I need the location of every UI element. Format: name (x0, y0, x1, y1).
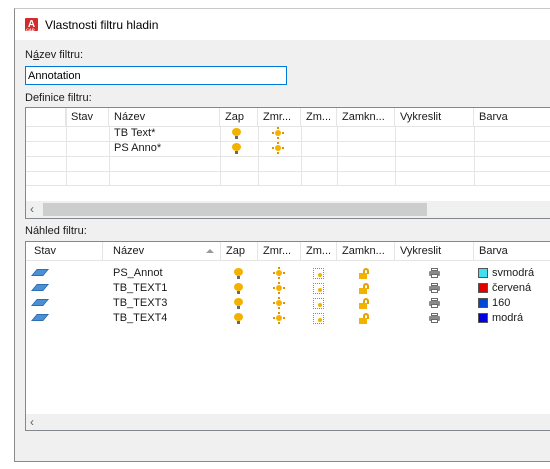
bulb-icon[interactable] (232, 128, 241, 139)
preview-col-on[interactable]: Zap (221, 242, 258, 260)
definition-horizontal-scrollbar[interactable]: ‹ (26, 201, 550, 218)
autocad-app-icon: A CAD (25, 18, 38, 32)
sun-icon[interactable] (272, 142, 284, 154)
viewport-freeze-icon[interactable] (313, 313, 324, 324)
definition-header: Stav Název Zap Zmr... Zm... Zamkn... Vyk… (26, 108, 550, 126)
color-name[interactable]: červená (492, 281, 531, 296)
preview-header: Stav Název Zap Zmr... Zm... Zamkn... Vyk… (26, 242, 550, 260)
layer-filter-properties-dialog: A CAD Vlastnosti filtru hladin Název filt… (14, 8, 550, 462)
printer-icon[interactable] (429, 313, 440, 323)
unlocked-icon[interactable] (359, 298, 369, 309)
window-title: Vlastnosti filtru hladin (45, 18, 159, 32)
filter-definition-label: Definice filtru: (25, 92, 92, 104)
viewport-freeze-icon[interactable] (313, 298, 324, 309)
layer-name[interactable]: TB_TEXT4 (113, 311, 167, 326)
table-row[interactable]: TB_TEXT1 červená (26, 281, 550, 296)
sun-icon[interactable] (273, 297, 285, 309)
bulb-icon[interactable] (232, 143, 241, 154)
preview-col-name[interactable]: Název (103, 242, 221, 260)
definition-col-vpfreeze[interactable]: Zm... (301, 108, 337, 126)
unlocked-icon[interactable] (359, 313, 369, 324)
definition-col-freeze[interactable]: Zmr... (258, 108, 301, 126)
sun-icon[interactable] (273, 312, 285, 324)
layer-status-icon (31, 269, 49, 277)
layer-name[interactable]: TB_TEXT1 (113, 281, 167, 296)
table-row[interactable]: PS_Annot svmodrá (26, 266, 550, 281)
definition-row[interactable]: TB Text* (26, 126, 550, 141)
unlocked-icon[interactable] (359, 283, 369, 294)
definition-col-plot[interactable]: Vykreslit (395, 108, 474, 126)
scroll-left-icon[interactable]: ‹ (30, 415, 34, 429)
preview-col-plot[interactable]: Vykreslit (395, 242, 474, 260)
definition-row-name[interactable]: TB Text* (114, 126, 155, 141)
bulb-icon[interactable] (234, 313, 243, 324)
color-swatch[interactable] (478, 298, 488, 308)
scroll-thumb[interactable] (43, 203, 427, 216)
unlocked-icon[interactable] (359, 268, 369, 279)
layer-name[interactable]: TB_TEXT3 (113, 296, 167, 311)
bulb-icon[interactable] (234, 268, 243, 279)
filter-name-label: Název filtru: (25, 49, 84, 61)
color-name[interactable]: svmodrá (492, 266, 534, 281)
color-name[interactable]: 160 (492, 296, 510, 311)
preview-col-vpfreeze[interactable]: Zm... (301, 242, 337, 260)
scroll-left-icon[interactable]: ‹ (30, 202, 34, 216)
definition-row[interactable]: PS Anno* (26, 141, 550, 156)
layer-status-icon (31, 284, 49, 292)
definition-col-on[interactable]: Zap (220, 108, 258, 126)
sun-icon[interactable] (272, 127, 284, 139)
layer-status-icon (31, 299, 49, 307)
preview-horizontal-scrollbar[interactable]: ‹ (26, 414, 550, 430)
filter-preview-label: Náhled filtru: (25, 225, 87, 237)
color-swatch[interactable] (478, 283, 488, 293)
bulb-icon[interactable] (234, 298, 243, 309)
title-bar: A CAD Vlastnosti filtru hladin (15, 9, 550, 40)
preview-col-freeze[interactable]: Zmr... (258, 242, 301, 260)
definition-col-name[interactable]: Název (109, 108, 220, 126)
sun-icon[interactable] (273, 282, 285, 294)
definition-col-color[interactable]: Barva (474, 108, 550, 126)
preview-col-color[interactable]: Barva (474, 242, 550, 260)
sort-ascending-icon (206, 249, 214, 253)
printer-icon[interactable] (429, 268, 440, 278)
sun-icon[interactable] (273, 267, 285, 279)
printer-icon[interactable] (429, 298, 440, 308)
color-swatch[interactable] (478, 268, 488, 278)
table-row[interactable]: TB_TEXT4 modrá (26, 311, 550, 326)
definition-col-status[interactable]: Stav (66, 108, 109, 126)
filter-definition-grid[interactable]: Stav Název Zap Zmr... Zm... Zamkn... Vyk… (25, 107, 550, 219)
layer-status-icon (31, 314, 49, 322)
color-name[interactable]: modrá (492, 311, 523, 326)
definition-col-lock[interactable]: Zamkn... (337, 108, 395, 126)
color-swatch[interactable] (478, 313, 488, 323)
viewport-freeze-icon[interactable] (313, 268, 324, 279)
bulb-icon[interactable] (234, 283, 243, 294)
definition-rowheader-corner (26, 108, 66, 126)
layer-name[interactable]: PS_Annot (113, 266, 163, 281)
filter-name-input[interactable] (25, 66, 287, 85)
table-row[interactable]: TB_TEXT3 160 (26, 296, 550, 311)
definition-row-name[interactable]: PS Anno* (114, 141, 161, 156)
preview-col-lock[interactable]: Zamkn... (337, 242, 395, 260)
printer-icon[interactable] (429, 283, 440, 293)
preview-col-status[interactable]: Stav (26, 242, 103, 260)
viewport-freeze-icon[interactable] (313, 283, 324, 294)
filter-preview-grid[interactable]: Stav Název Zap Zmr... Zm... Zamkn... Vyk… (25, 241, 550, 431)
